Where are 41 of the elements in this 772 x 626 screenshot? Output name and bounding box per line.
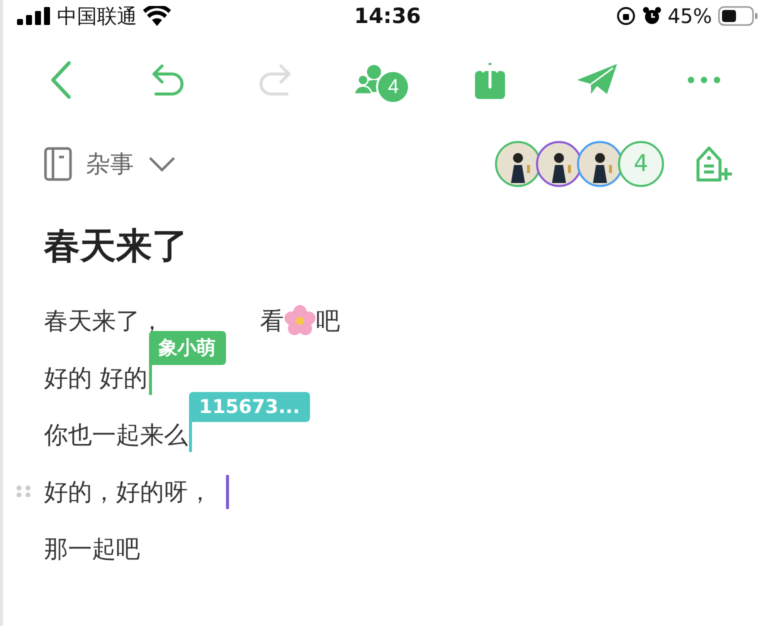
count-badge: 4 (376, 70, 410, 104)
member-count[interactable]: 4 (618, 141, 664, 187)
avatar[interactable] (577, 141, 623, 187)
paper-plane-icon (577, 64, 618, 96)
notebook-icon (44, 147, 72, 181)
wifi-icon (143, 6, 171, 26)
note-text: 吧 (316, 306, 340, 336)
battery-icon (718, 6, 758, 26)
share-button[interactable] (474, 61, 505, 99)
avatar[interactable] (495, 141, 541, 187)
rotation-lock-icon (616, 6, 636, 26)
note-text: 那一起吧 (44, 534, 140, 564)
notebook-selector[interactable]: 杂事 (44, 147, 176, 181)
alarm-icon (642, 6, 662, 26)
more-button[interactable] (687, 76, 722, 84)
back-icon (48, 61, 73, 99)
more-icon (687, 76, 722, 84)
note-title: 春天来了 (44, 225, 189, 269)
clock-time: 14:36 (354, 4, 421, 28)
signal-icon (17, 7, 51, 25)
chevron-down-icon (148, 156, 176, 172)
paper-plane-button[interactable] (577, 64, 618, 96)
share-icon (474, 61, 505, 99)
collaborator-name-tag: 象小萌 (148, 330, 226, 364)
people-button[interactable]: 4 (354, 56, 410, 104)
flower-icon (284, 304, 316, 336)
avatar[interactable] (536, 141, 582, 187)
carrier-name: 中国联通 (57, 2, 137, 30)
tag-plus-icon (694, 144, 734, 184)
battery-percent: 45% (668, 4, 712, 28)
back-button[interactable] (48, 61, 73, 99)
note-text: 好的 好的 (44, 362, 148, 394)
collaborator-name-tag: 115673... (189, 392, 310, 422)
note-text: 好的，好的呀， (44, 476, 212, 508)
note-text: 你也一起来么 (44, 420, 188, 450)
redo-icon (257, 62, 294, 98)
undo-icon (150, 62, 186, 98)
undo-button[interactable] (150, 62, 186, 98)
note-text: 看 (260, 306, 284, 336)
add-tag-button[interactable] (694, 144, 734, 184)
drag-handle-icon[interactable] (16, 485, 32, 497)
